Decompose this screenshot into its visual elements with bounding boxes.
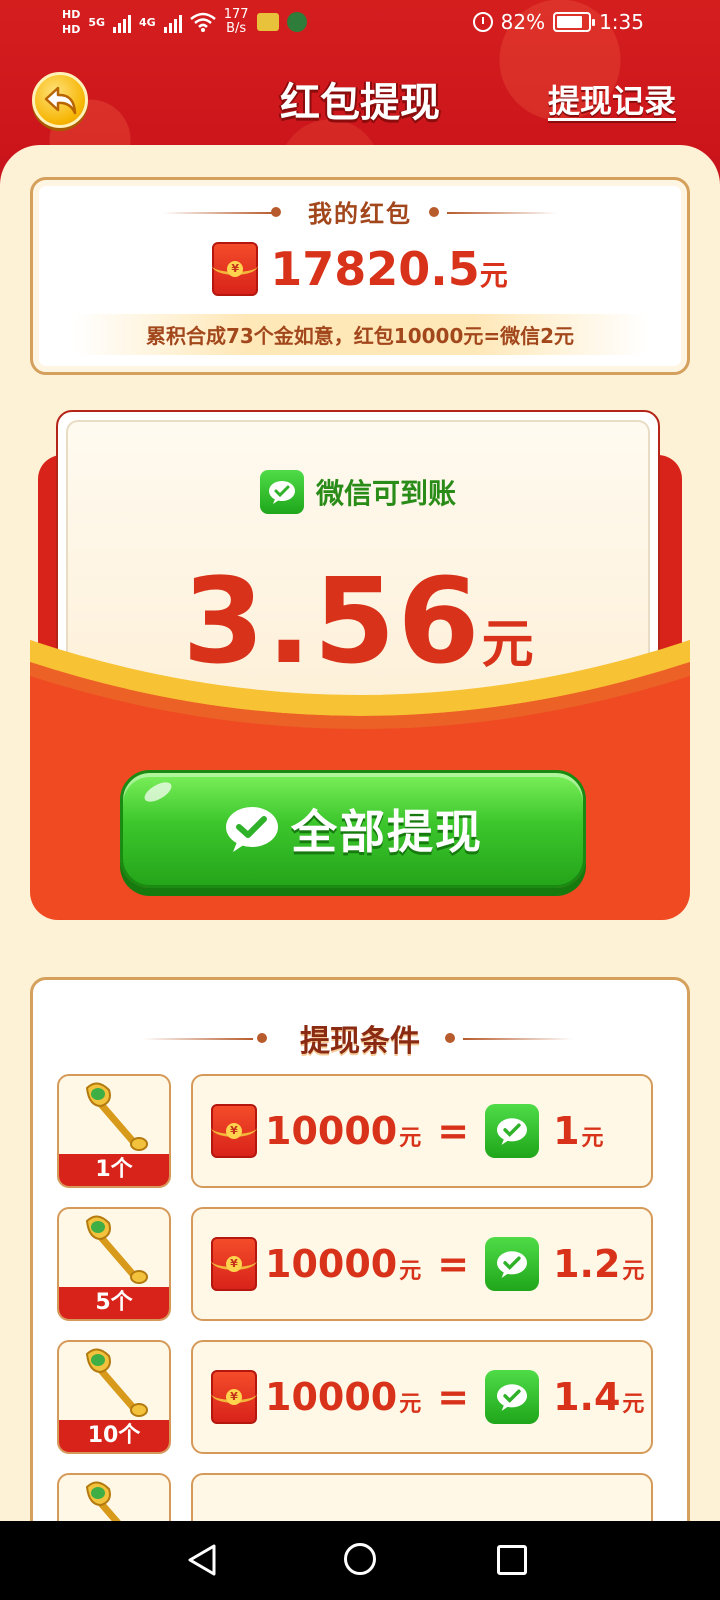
ruyi-icon [85, 1348, 148, 1417]
status-right: 82% 1:35 [472, 10, 644, 34]
signal-icon-2 [163, 11, 182, 33]
wechat-amount: 1.2 [553, 1242, 621, 1286]
ruyi-box: 1个 [57, 1074, 171, 1188]
divider-dot-right [429, 206, 439, 217]
ruyi-box: 5个 [57, 1207, 171, 1321]
cond-line-left [143, 1038, 253, 1040]
wechat-unit: 元 [622, 1259, 645, 1284]
wechat-unit: 元 [622, 1392, 645, 1417]
hd-label-top: HD [62, 8, 81, 21]
network-type-5g: 5G [88, 15, 106, 29]
speed-unit: B/s [226, 21, 247, 36]
withdraw-all-label: 全部提现 [291, 805, 483, 859]
system-nav-bar [0, 1521, 720, 1600]
hongbao-amount: 10000 [265, 1375, 398, 1419]
balance-card: 我的红包 ¥ 17820.5元 累积合成73个金如意，红包10000元=微信2元 [30, 177, 690, 375]
hd-label-bottom: HD [62, 23, 81, 36]
hongbao-amount: 10000 [265, 1109, 398, 1153]
conditions-title: 提现条件 [300, 1024, 420, 1059]
alarm-icon [472, 12, 493, 32]
speed-value: 177 [223, 7, 249, 22]
red-packet-icon: ¥ [212, 242, 259, 296]
wechat-logo-icon [226, 807, 278, 852]
wechat-arrival-label: 微信可到账 [315, 477, 456, 510]
conditions-header: 提现条件 [33, 1016, 687, 1060]
ruyi-box: 10个 [57, 1340, 171, 1454]
nav-recents-icon[interactable] [497, 1545, 527, 1575]
network-type-4g: 4G [139, 15, 156, 29]
ruyi-count: 1个 [59, 1154, 169, 1186]
cond-line-right [463, 1038, 573, 1040]
cond-dot-right [445, 1033, 455, 1043]
equals-sign: = [437, 1109, 470, 1153]
app-notification-icon-2 [286, 12, 307, 32]
wechat-amount: 1.4 [553, 1375, 621, 1419]
battery-fill [557, 16, 582, 28]
rate-box: ¥ 10000 元 = 1.2 元 [191, 1207, 653, 1321]
rate-box: ¥ 10000 元 = 1 元 [191, 1074, 653, 1188]
signal-icon [113, 11, 132, 33]
hongbao-unit: 元 [399, 1126, 422, 1151]
wechat-row: 微信可到账 [68, 470, 648, 514]
balance-unit: 元 [479, 259, 508, 292]
battery-percent: 82% [500, 10, 546, 34]
divider-line-left [163, 211, 273, 214]
wechat-icon [485, 1104, 540, 1158]
divider-dot-left [271, 206, 281, 217]
red-packet-icon: ¥ [211, 1104, 257, 1158]
clock: 1:35 [599, 10, 644, 34]
red-packet-icon: ¥ [211, 1237, 257, 1291]
wechat-amount: 1 [553, 1109, 580, 1153]
network-speed: 177 B/s [224, 8, 249, 36]
status-left: HD HD 5G 4G 177 B/s [62, 8, 307, 36]
wifi-icon [189, 12, 216, 32]
balance-amount: 17820.5 [270, 242, 480, 296]
ruyi-icon [85, 1215, 148, 1284]
withdraw-records-link[interactable]: 提现记录 [548, 76, 676, 122]
withdraw-all-button[interactable]: 全部提现 [120, 770, 586, 888]
nav-back-icon[interactable] [186, 1543, 218, 1577]
status-bar: HD HD 5G 4G 177 B/s 82% 1:35 [0, 0, 720, 50]
nav-home-icon[interactable] [344, 1543, 376, 1575]
balance-header: 我的红包 [33, 194, 687, 229]
red-packet-icon: ¥ [211, 1370, 257, 1424]
wechat-icon [485, 1237, 540, 1291]
equals-sign: = [437, 1242, 470, 1286]
condition-item: 10个 ¥ 10000 元 = 1.4 元 [57, 1340, 653, 1454]
conditions-card: 提现条件 1个 ¥ 10000 元 = 1 元 5个 ¥ 10000 元 = 1… [30, 977, 690, 1587]
balance-row: ¥ 17820.5元 [33, 242, 687, 296]
ruyi-count: 10个 [59, 1420, 169, 1452]
ruyi-count: 5个 [59, 1287, 169, 1319]
balance-label: 我的红包 [308, 200, 412, 228]
rate-box: ¥ 10000 元 = 1.4 元 [191, 1340, 653, 1454]
hongbao-unit: 元 [399, 1259, 422, 1284]
cond-dot-left [257, 1033, 267, 1043]
condition-item: 5个 ¥ 10000 元 = 1.2 元 [57, 1207, 653, 1321]
wechat-icon [485, 1370, 540, 1424]
wechat-icon [259, 470, 304, 514]
hd-indicator: HD HD [62, 9, 80, 35]
button-shine [141, 778, 175, 806]
exchange-note: 累积合成73个金如意，红包10000元=微信2元 [73, 314, 647, 355]
divider-line-right [447, 211, 557, 214]
condition-item: 1个 ¥ 10000 元 = 1 元 [57, 1074, 653, 1188]
hongbao-amount: 10000 [265, 1242, 398, 1286]
equals-sign: = [437, 1375, 470, 1419]
battery-icon [553, 12, 596, 32]
hongbao-unit: 元 [399, 1392, 422, 1417]
wechat-unit: 元 [581, 1126, 604, 1151]
ruyi-icon [85, 1082, 148, 1151]
app-notification-icon [256, 13, 279, 31]
